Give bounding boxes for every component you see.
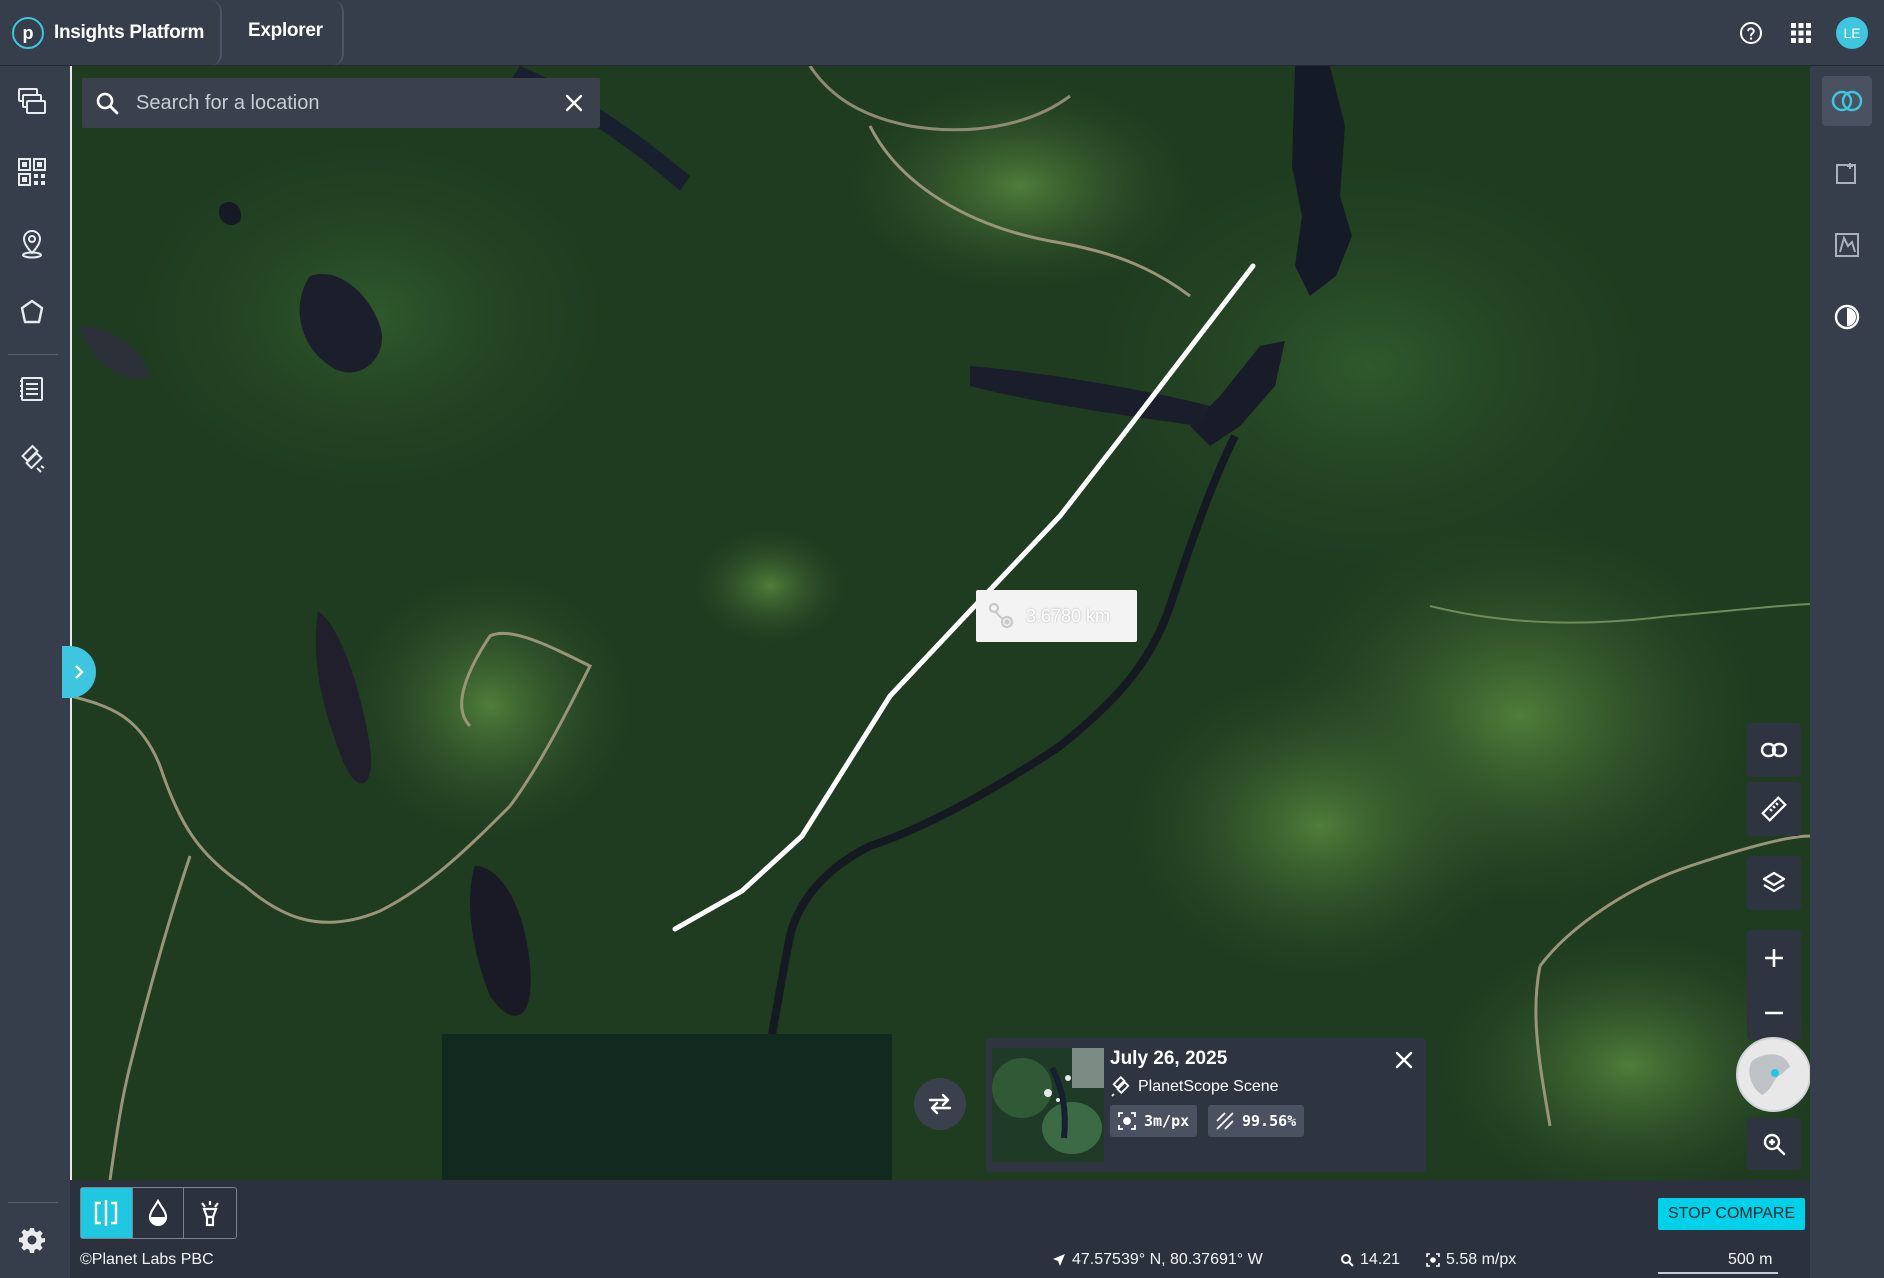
resolution-readout: 5.58 m/px [1446,1251,1517,1268]
report-icon[interactable] [15,372,49,406]
feed-icon[interactable] [15,84,49,118]
share-link-icon [1760,742,1788,758]
attribution: ©Planet Labs PBC [80,1251,214,1268]
scale-bar [1658,1272,1778,1274]
zoom-value: 14.21 [1360,1251,1401,1268]
add-image-icon [1836,163,1856,184]
resolution-value: 3m/px [1144,1112,1190,1130]
location-search [82,78,600,128]
zoom-in-button[interactable] [1747,930,1801,985]
add-image-button[interactable] [1822,148,1872,198]
contrast-icon [1834,304,1860,330]
swap-compare-button[interactable] [914,1078,966,1130]
location-arrow-icon [1053,1254,1065,1266]
satellite-imagery [70,66,1810,1180]
app-root: p Insights Platform Explorer LE Search f… [0,0,1884,1278]
zoom-to-button[interactable] [1747,1118,1801,1170]
right-sidebar [1810,66,1884,1278]
apps-grid-icon[interactable] [1787,19,1815,47]
spotlight-mode-button[interactable] [184,1188,236,1238]
layers-icon [1762,871,1786,893]
elevation-profile-icon [1835,233,1859,257]
search-input[interactable] [136,91,536,115]
drop-icon [148,1199,168,1227]
scene-type-label: PlanetScope Scene [1138,1078,1279,1095]
compare-divider[interactable] [70,66,72,1180]
resolution-icon [1118,1112,1136,1130]
top-bar: p Insights Platform Explorer LE [0,0,1884,66]
app-logo[interactable]: p Insights Platform [12,14,204,52]
measurement-label: 3.6780 km [976,590,1137,642]
split-compare-button[interactable] [81,1188,133,1238]
coverage-badge: 99.56% [1208,1105,1305,1137]
contrast-button[interactable] [1822,292,1872,342]
route-distance-icon [986,601,1016,631]
scene-type: PlanetScope Scene [1110,1076,1279,1098]
scene-date: July 26, 2025 [1110,1048,1228,1069]
satellite-tasking-icon[interactable] [15,442,49,476]
coverage-value: 99.56% [1242,1112,1297,1130]
measurement-distance: 3.6780 km [1026,605,1111,626]
sidebar-divider [8,354,58,355]
split-compare-icon [95,1200,118,1226]
scale-label: 500 m [1728,1251,1773,1268]
satellite-icon [1111,1076,1130,1097]
zoom-out-button[interactable] [1747,985,1801,1040]
zoom-in-icon [1765,948,1783,967]
resolution-icon [1426,1253,1440,1267]
left-sidebar [0,66,70,1278]
user-avatar[interactable]: LE [1836,17,1868,49]
measure-button[interactable] [1747,782,1801,836]
bottom-toolbar: STOP COMPARE [70,1180,1810,1242]
coverage-hatch-icon [1216,1112,1234,1130]
scene-thumbnail [992,1048,1104,1162]
share-link-button[interactable] [1747,723,1801,777]
layers-button[interactable] [1747,856,1801,910]
breadcrumb-separator [210,0,222,66]
zoom-controls [1747,930,1801,1040]
help-icon[interactable] [1737,19,1765,47]
compare-rings-icon [1831,90,1863,112]
chevron-right-icon [75,665,84,679]
coordinates-value: 47.57539° N, 80.37691° W [1072,1251,1263,1268]
cursor-coordinates: 47.57539° N, 80.37691° W [1052,1251,1263,1269]
zoom-out-icon [1765,1011,1783,1014]
resolution-badge: 3m/px [1110,1105,1198,1137]
clear-search-icon[interactable] [562,91,586,115]
settings-gear-icon[interactable] [15,1223,49,1257]
place-pin-icon[interactable] [15,226,49,260]
spotlight-icon [201,1201,220,1227]
sidebar-divider [8,1202,58,1203]
map-resolution: 5.58 m/px [1426,1251,1516,1269]
close-icon[interactable] [1392,1048,1416,1072]
app-title: Insights Platform [54,22,205,43]
search-icon [92,88,122,118]
polygon-icon[interactable] [15,295,49,329]
tab-explorer[interactable]: Explorer [248,20,323,42]
magnifier-icon [1341,1254,1354,1267]
compare-rings-button[interactable] [1822,76,1872,126]
swap-arrows-icon [928,1093,952,1115]
compare-left-slot[interactable] [442,1034,892,1180]
scene-card[interactable]: July 26, 2025 PlanetScope Scene 3m/px 99… [986,1038,1426,1172]
status-bar: ©Planet Labs PBC 47.57539° N, 80.37691° … [70,1242,1810,1278]
elevation-profile-button[interactable] [1822,220,1872,270]
mosaic-icon[interactable] [15,155,49,189]
ruler-icon [1761,796,1787,822]
map-canvas[interactable] [70,66,1810,1180]
stop-compare-button[interactable]: STOP COMPARE [1658,1198,1806,1230]
globe-minimap[interactable] [1736,1037,1811,1112]
zoom-level: 14.21 [1340,1251,1400,1269]
zoom-to-icon [1763,1133,1786,1156]
breadcrumb-separator [332,0,344,66]
drop-mode-button[interactable] [133,1188,185,1238]
compare-mode-group [80,1187,237,1239]
planet-logo-icon: p [12,17,44,49]
